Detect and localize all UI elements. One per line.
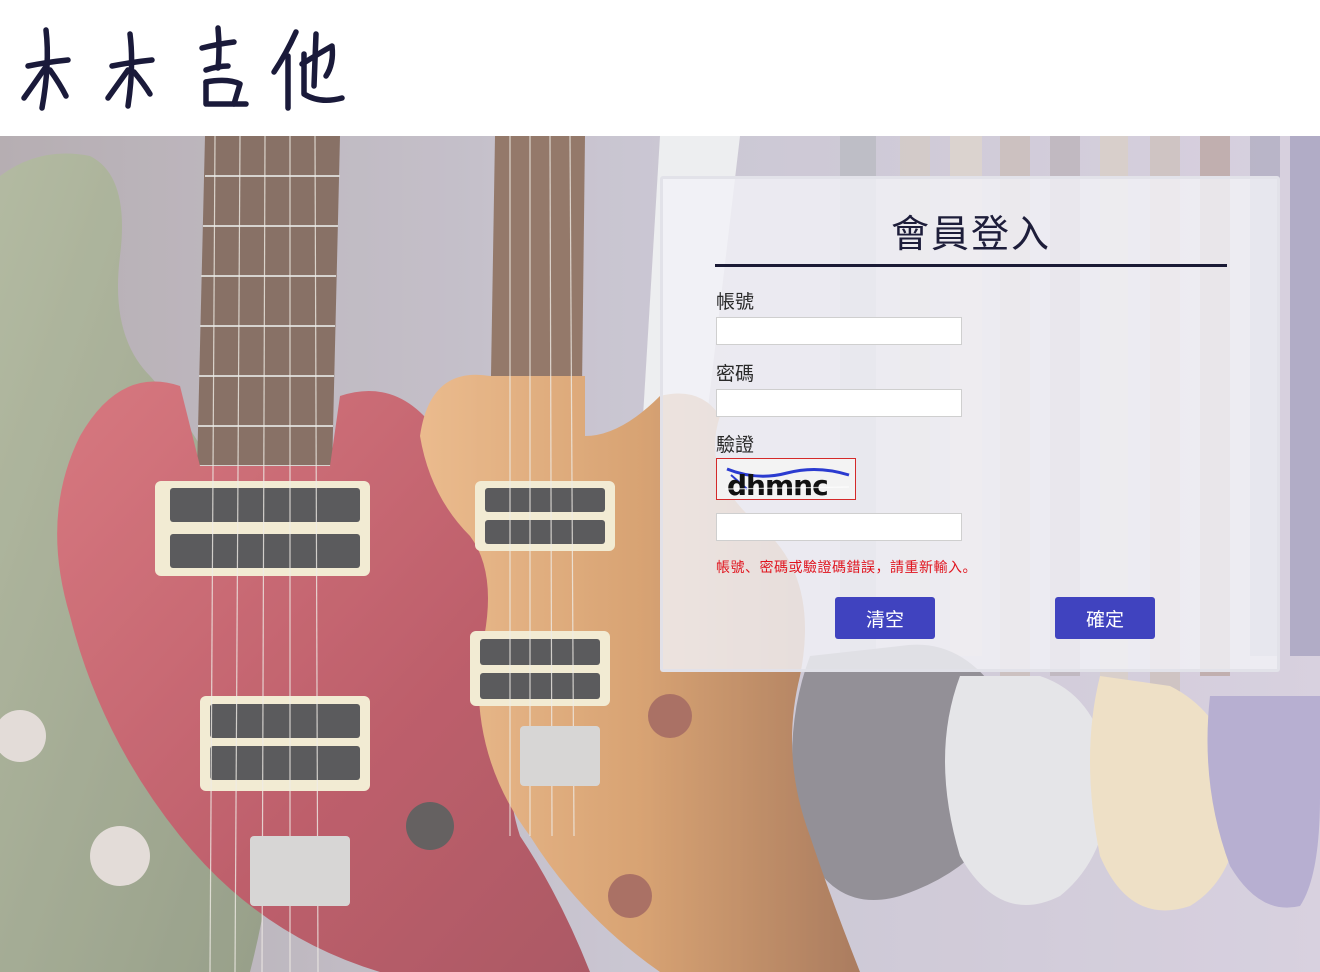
captcha-label: 驗證 (716, 434, 755, 456)
brand-logo[interactable] (20, 24, 350, 112)
error-message: 帳號、密碼或驗證碼錯誤，請重新輸入。 (716, 560, 977, 576)
header (0, 0, 1320, 136)
submit-button[interactable]: 確定 (1055, 597, 1155, 639)
login-panel: 會員登入 帳號 密碼 驗證 dhmnc 帳號、密碼或驗證碼錯誤，請重新輸入。 清… (660, 176, 1280, 672)
password-label: 密碼 (716, 363, 755, 385)
title-divider (715, 264, 1227, 267)
captcha-image[interactable]: dhmnc (716, 458, 856, 500)
captcha-text: dhmnc (727, 469, 828, 500)
account-input[interactable] (716, 317, 962, 345)
account-label: 帳號 (716, 291, 755, 313)
clear-button[interactable]: 清空 (835, 597, 935, 639)
captcha-input[interactable] (716, 513, 962, 541)
login-title: 會員登入 (890, 212, 1051, 256)
password-input[interactable] (716, 389, 962, 417)
